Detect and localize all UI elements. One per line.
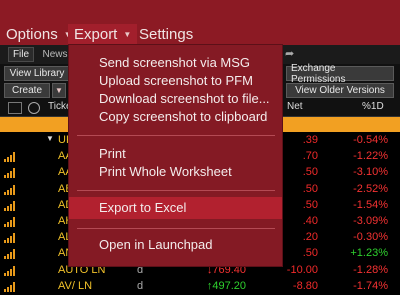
signal-bars-icon xyxy=(4,200,18,211)
chevron-down-icon: ▼ xyxy=(55,86,63,95)
circle-icon[interactable] xyxy=(28,102,40,114)
menu-options[interactable]: Options ▼ xyxy=(6,24,72,44)
cell-ticker: AV/ LN xyxy=(58,279,93,292)
cell-net-change: -8.80 xyxy=(292,279,318,292)
menu-item-download-file[interactable]: Download screenshot to file... xyxy=(99,91,270,106)
tab-file[interactable]: File xyxy=(8,47,34,62)
menu-item-upload-pfm[interactable]: Upload screenshot to PFM xyxy=(99,73,253,88)
column-pct-1d[interactable]: %1D xyxy=(362,101,384,112)
cell-flag: d xyxy=(137,279,144,292)
cell-pct-change: +1.23% xyxy=(350,247,388,260)
view-library-button[interactable]: View Library xyxy=(4,66,70,81)
cell-pct-change: -1.54% xyxy=(353,198,388,211)
cell-pct-change: -2.52% xyxy=(353,182,388,195)
menu-bar: Options ▼ Export ▼ Settings xyxy=(0,0,400,45)
cell-pct-change: -3.09% xyxy=(353,215,388,227)
menu-item-open-launchpad[interactable]: Open in Launchpad xyxy=(99,237,212,252)
signal-bars-icon xyxy=(4,281,18,292)
signal-bars-icon xyxy=(4,184,18,195)
chevron-down-icon: ▼ xyxy=(123,29,132,39)
view-older-versions-button[interactable]: View Older Versions xyxy=(286,83,394,98)
tab-news[interactable]: News xyxy=(40,47,70,62)
cell-pct-change: -1.22% xyxy=(353,150,388,163)
signal-bars-icon xyxy=(4,265,18,276)
menu-item-send-msg[interactable]: Send screenshot via MSG xyxy=(99,55,250,70)
signal-bars-icon xyxy=(4,152,18,163)
signal-bars-icon xyxy=(4,217,18,227)
export-menu: Send screenshot via MSG Upload screensho… xyxy=(68,44,283,267)
menu-separator xyxy=(77,135,275,136)
menu-settings[interactable]: Settings xyxy=(139,24,193,44)
cell-last-price: ↑497.20 xyxy=(206,279,246,292)
menu-options-label: Options xyxy=(6,25,58,43)
menu-item-print[interactable]: Print xyxy=(99,146,126,161)
menu-export[interactable]: Export ▼ xyxy=(68,24,138,44)
menu-settings-label: Settings xyxy=(139,25,194,43)
cell-pct-change: -0.30% xyxy=(353,231,388,244)
cell-pct-change: -3.10% xyxy=(353,166,388,179)
signal-bars-icon xyxy=(4,249,18,260)
cell-pct-change: -1.74% xyxy=(353,279,388,292)
create-button[interactable]: Create xyxy=(4,83,50,98)
menu-item-copy-clipboard[interactable]: Copy screenshot to clipboard xyxy=(99,109,267,124)
column-net[interactable]: Net xyxy=(287,101,303,112)
menu-item-print-worksheet[interactable]: Print Whole Worksheet xyxy=(99,164,232,179)
collapse-triangle-icon[interactable]: ▼ xyxy=(46,134,54,143)
cell-pct-change: -0.54% xyxy=(353,134,388,146)
menu-export-label: Export xyxy=(74,25,118,43)
signal-bars-icon xyxy=(4,168,18,179)
menu-separator xyxy=(77,228,275,229)
arrow-right-icon[interactable]: ➦ xyxy=(285,47,294,60)
signal-bars-icon xyxy=(4,233,18,244)
cell-pct-change: -1.28% xyxy=(353,263,388,276)
create-dropdown-button[interactable]: ▼ xyxy=(52,83,66,98)
menu-separator xyxy=(77,190,275,191)
table-row[interactable]: AV/ LN d ↑497.20 -8.80 -1.74% xyxy=(0,278,400,295)
select-all-checkbox[interactable] xyxy=(8,102,22,114)
exchange-permissions-button[interactable]: Exchange Permissions xyxy=(286,63,394,85)
menu-item-export-excel[interactable]: Export to Excel xyxy=(99,200,186,215)
